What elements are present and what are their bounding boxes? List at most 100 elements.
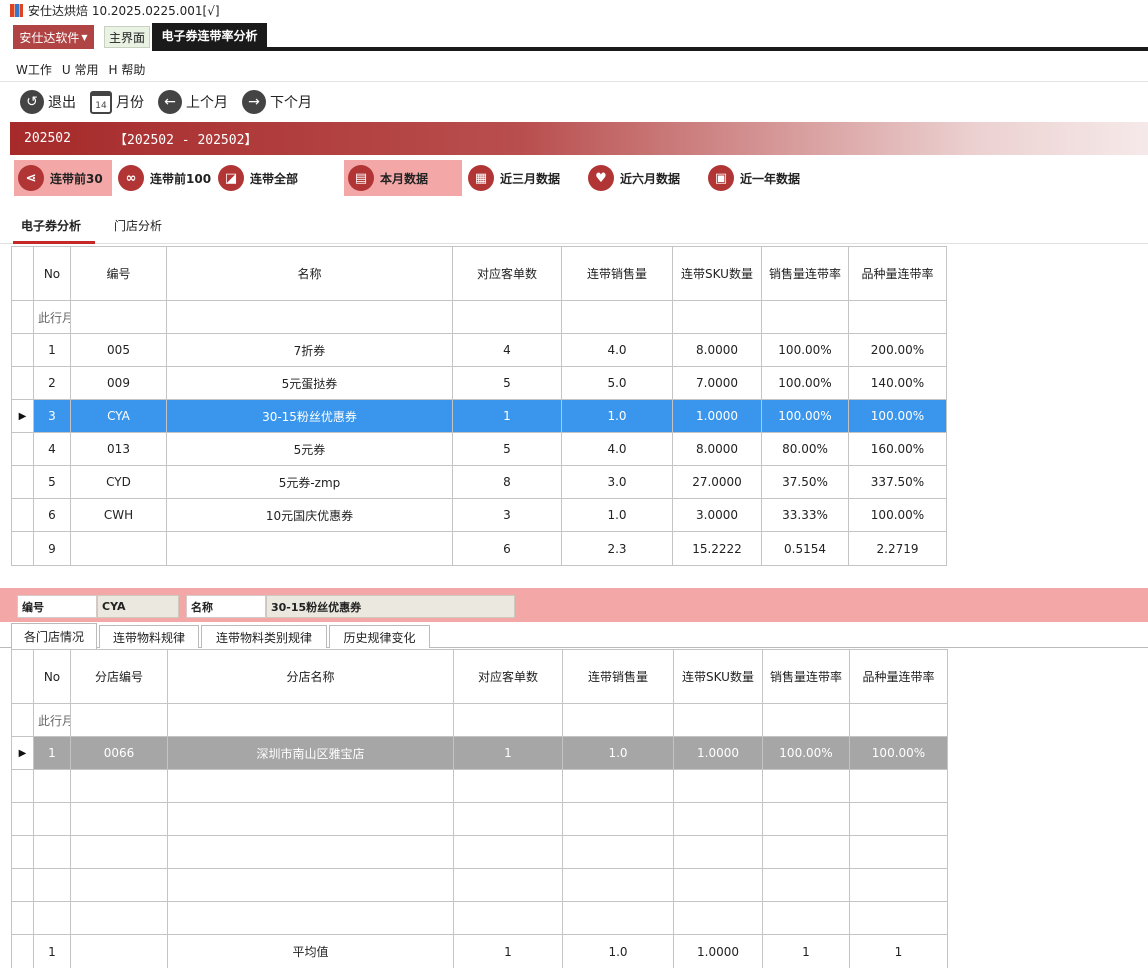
- header-sku-count[interactable]: 连带SKU数量: [673, 649, 763, 704]
- cell-qty-rate[interactable]: 80.00%: [761, 432, 849, 466]
- next-month-button[interactable]: → 下个月: [242, 90, 312, 114]
- header-qty-rate[interactable]: 销售量连带率: [761, 246, 849, 301]
- cell-sku-count[interactable]: 1.0000: [673, 736, 763, 770]
- cell-no[interactable]: [33, 835, 71, 869]
- cell-sku-count[interactable]: 1.0000: [672, 399, 762, 433]
- tab-coupon[interactable]: 电子券分析: [21, 217, 81, 234]
- header-store-code[interactable]: 分店编号: [70, 649, 168, 704]
- row-header[interactable]: [11, 246, 34, 301]
- cell-no[interactable]: 2: [33, 366, 71, 400]
- cell-store-name[interactable]: [167, 835, 454, 869]
- cell-order-count[interactable]: 1: [452, 399, 562, 433]
- cell-store-code[interactable]: [70, 769, 168, 803]
- cell-store-code[interactable]: [70, 802, 168, 836]
- cell-qty-rate[interactable]: [762, 868, 850, 902]
- menu-item-common[interactable]: U 常用: [62, 61, 99, 78]
- table-row[interactable]: 1 005 7折券 4 4.0 8.0000 100.00% 200.00%: [11, 333, 947, 367]
- cell-code[interactable]: 009: [70, 366, 167, 400]
- row-header[interactable]: [11, 901, 34, 935]
- cell-code[interactable]: 013: [70, 432, 167, 466]
- cell-sales-qty[interactable]: [562, 835, 674, 869]
- cell-order-count[interactable]: 5: [452, 366, 562, 400]
- cell-store-name[interactable]: 深圳市南山区雅宝店: [167, 736, 454, 770]
- cell-variety-rate[interactable]: 100.00%: [849, 736, 948, 770]
- cell-qty-rate[interactable]: 33.33%: [761, 498, 849, 532]
- cell-variety-rate[interactable]: 160.00%: [848, 432, 947, 466]
- header-sku-count[interactable]: 连带SKU数量: [672, 246, 762, 301]
- filter-this-month-button[interactable]: ▤ 本月数据: [344, 160, 462, 196]
- table-row[interactable]: 4 013 5元券 5 4.0 8.0000 80.00% 160.00%: [11, 432, 947, 466]
- cell-sales-qty[interactable]: [562, 802, 674, 836]
- cell-order-count[interactable]: 1: [453, 736, 563, 770]
- cell-order-count[interactable]: 8: [452, 465, 562, 499]
- cell-sku-count[interactable]: 27.0000: [672, 465, 762, 499]
- filter-sales-qty[interactable]: [562, 703, 674, 737]
- cell-store-code[interactable]: [70, 901, 168, 935]
- cell-no[interactable]: [33, 868, 71, 902]
- company-menu-button[interactable]: 安仕达软件 ▼: [13, 25, 94, 49]
- empty-row[interactable]: [11, 868, 948, 902]
- cell-qty-rate[interactable]: 100.00%: [762, 736, 850, 770]
- cell-qty-rate[interactable]: 37.50%: [761, 465, 849, 499]
- filter-code[interactable]: [70, 300, 167, 334]
- cell-order-count[interactable]: [453, 901, 563, 935]
- filter-order-count[interactable]: [452, 300, 562, 334]
- header-sales-qty[interactable]: 连带销售量: [562, 649, 674, 704]
- cell-store-code[interactable]: [70, 868, 168, 902]
- filter-row[interactable]: 此行月: [11, 703, 948, 737]
- header-store-name[interactable]: 分店名称: [167, 649, 454, 704]
- tab-store[interactable]: 门店分析: [114, 217, 162, 234]
- filter-variety-rate[interactable]: [849, 703, 948, 737]
- header-no[interactable]: No: [33, 246, 71, 301]
- cell-store-code[interactable]: [70, 835, 168, 869]
- header-code[interactable]: 编号: [70, 246, 167, 301]
- tab-store-situation[interactable]: 各门店情况: [11, 623, 97, 649]
- cell-sku-count[interactable]: 3.0000: [672, 498, 762, 532]
- current-row-marker-icon[interactable]: ▶: [11, 736, 34, 770]
- row-header[interactable]: [11, 703, 34, 737]
- cell-store-name[interactable]: [167, 901, 454, 935]
- cell-variety-rate[interactable]: 140.00%: [848, 366, 947, 400]
- table-row[interactable]: 6 CWH 10元国庆优惠券 3 1.0 3.0000 33.33% 100.00%: [11, 498, 947, 532]
- cell-variety-rate[interactable]: 337.50%: [848, 465, 947, 499]
- filter-no[interactable]: 此行月: [33, 300, 71, 334]
- cell-variety-rate[interactable]: [849, 835, 948, 869]
- cell-code[interactable]: CYD: [70, 465, 167, 499]
- row-header[interactable]: [11, 649, 34, 704]
- empty-row[interactable]: [11, 835, 948, 869]
- cell-sku-count[interactable]: [673, 835, 763, 869]
- table-row[interactable]: 5 CYD 5元券-zmp 8 3.0 27.0000 37.50% 337.50%: [11, 465, 947, 499]
- filter-name[interactable]: [166, 300, 453, 334]
- cell-qty-rate[interactable]: [762, 901, 850, 935]
- row-header[interactable]: [11, 802, 34, 836]
- cell-no[interactable]: [33, 769, 71, 803]
- row-header[interactable]: [11, 531, 34, 566]
- header-sales-qty[interactable]: 连带销售量: [561, 246, 673, 301]
- cell-code[interactable]: CYA: [70, 399, 167, 433]
- cell-sku-count[interactable]: 8.0000: [672, 333, 762, 367]
- cell-sales-qty[interactable]: 1.0: [562, 736, 674, 770]
- cell-no[interactable]: 4: [33, 432, 71, 466]
- cell-sku-count[interactable]: [673, 901, 763, 935]
- cell-variety-rate[interactable]: [849, 769, 948, 803]
- cell-no[interactable]: 6: [33, 498, 71, 532]
- tab-history-changes[interactable]: 历史规律变化: [329, 625, 430, 648]
- filter-all-button[interactable]: ◪ 连带全部: [214, 160, 312, 196]
- filter-row[interactable]: 此行月: [11, 300, 947, 334]
- cell-variety-rate[interactable]: [849, 901, 948, 935]
- cell-no[interactable]: [33, 901, 71, 935]
- filter-sales-qty[interactable]: [561, 300, 673, 334]
- row-header[interactable]: [11, 300, 34, 334]
- cell-qty-rate[interactable]: 100.00%: [761, 399, 849, 433]
- header-row[interactable]: No 编号 名称 对应客单数 连带销售量 连带SKU数量 销售量连带率 品种量连带率: [11, 246, 947, 301]
- row-header[interactable]: [11, 868, 34, 902]
- filter-no[interactable]: 此行月: [33, 703, 71, 737]
- month-button[interactable]: 14 月份: [90, 90, 144, 114]
- cell-sales-qty[interactable]: 1.0: [561, 498, 673, 532]
- filter-top30-button[interactable]: ⋖ 连带前30: [14, 160, 112, 196]
- cell-qty-rate[interactable]: [762, 769, 850, 803]
- cell-sku-count[interactable]: [673, 769, 763, 803]
- row-header[interactable]: [11, 333, 34, 367]
- cell-sku-count[interactable]: [673, 868, 763, 902]
- filter-store-code[interactable]: [70, 703, 168, 737]
